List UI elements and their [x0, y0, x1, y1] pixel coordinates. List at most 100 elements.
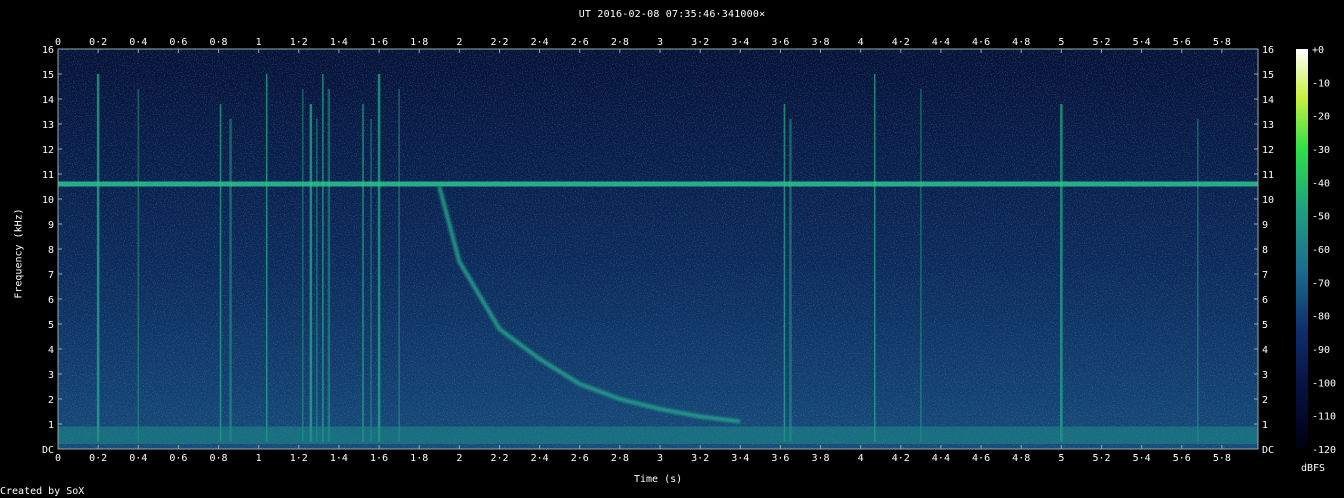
- colorbar-tick-label: -60: [1312, 245, 1330, 256]
- x-tick-label: 2·4: [531, 37, 549, 48]
- x-tick-label: 0·8: [210, 37, 228, 48]
- y-tick-label: 7: [48, 270, 54, 281]
- x-tick-label: 1: [256, 37, 262, 48]
- x-tick-label: 4·6: [972, 37, 990, 48]
- plot-area: [58, 49, 1258, 449]
- x-tick-label: 2·2: [490, 453, 508, 464]
- y-tick-label: 8: [48, 245, 54, 256]
- x-tick-label: 5: [1058, 453, 1064, 464]
- y-axis-label: Frequency (kHz): [13, 208, 25, 299]
- y-tick-label: 16: [42, 45, 54, 56]
- x-tick-label: 0·4: [129, 453, 147, 464]
- colorbar-tick-label: -40: [1312, 178, 1330, 189]
- y-tick-label: 12: [42, 145, 54, 156]
- x-tick-label: 3: [657, 453, 663, 464]
- x-tick-label: 5·2: [1092, 37, 1110, 48]
- x-tick-label: 2·6: [571, 453, 589, 464]
- x-tick-label: 3·4: [731, 453, 749, 464]
- colorbar-tick-label: -20: [1312, 112, 1330, 123]
- x-tick-label: 4·6: [972, 453, 990, 464]
- y-tick-label: 6: [1262, 295, 1268, 306]
- x-tick-label: 3·2: [691, 37, 709, 48]
- y-tick-label: 13: [42, 120, 54, 131]
- colorbar-tick-label: -30: [1312, 145, 1330, 156]
- plot-noise: [58, 49, 1258, 449]
- x-tick-label: 2·6: [571, 37, 589, 48]
- x-tick-label: 0·8: [210, 453, 228, 464]
- y-tick-label: 5: [1262, 320, 1268, 331]
- x-tick-label: 2: [456, 453, 462, 464]
- x-tick-label: 5·4: [1133, 453, 1151, 464]
- x-tick-label: 4·2: [892, 37, 910, 48]
- colorbar-tick-label: -100: [1312, 378, 1336, 389]
- x-tick-label: 1·4: [330, 37, 348, 48]
- x-tick-label: 3·8: [812, 453, 830, 464]
- y-tick-label: 2: [48, 395, 54, 406]
- y-tick-label: 4: [48, 345, 54, 356]
- y-tick-label: 16: [1262, 45, 1274, 56]
- y-tick-label: 12: [1262, 145, 1274, 156]
- x-tick-label: 2·2: [490, 37, 508, 48]
- y-tick-label: DC: [42, 445, 54, 456]
- x-tick-label: 0·6: [169, 37, 187, 48]
- x-tick-label: 1·6: [370, 453, 388, 464]
- x-tick-label: 4: [858, 37, 864, 48]
- x-tick-label: 5·4: [1133, 37, 1151, 48]
- colorbar-tick-label: -80: [1312, 312, 1330, 323]
- colorbar: [1296, 49, 1308, 449]
- x-tick-label: 4·8: [1012, 453, 1030, 464]
- x-tick-label: 3: [657, 37, 663, 48]
- x-tick-label: 4·4: [932, 453, 950, 464]
- x-tick-label: 5: [1058, 37, 1064, 48]
- x-axis-label: Time (s): [634, 474, 683, 485]
- colorbar-ticks: +0 -10 -20 -30 -40 -50 -60 -70 -80 -90 -100 -110 -12…: [1312, 45, 1336, 456]
- x-tick-label: 0: [55, 453, 61, 464]
- x-tick-label: 3·8: [812, 37, 830, 48]
- y-tick-label: 14: [1262, 95, 1274, 106]
- y-tick-label: 9: [1262, 220, 1268, 231]
- credit-text: Created by SoX: [0, 486, 85, 497]
- colorbar-tick-label: -70: [1312, 278, 1330, 289]
- x-tick-label: 0·6: [169, 453, 187, 464]
- y-tick-label: 13: [1262, 120, 1274, 131]
- y-tick-label: 1: [1262, 420, 1268, 431]
- x-tick-label: 1·8: [410, 453, 428, 464]
- y-tick-label: 1: [48, 420, 54, 431]
- y-tick-label: 11: [1262, 170, 1274, 181]
- x-tick-label: 5·2: [1092, 453, 1110, 464]
- y-tick-label: 8: [1262, 245, 1268, 256]
- x-tick-label: 2: [456, 37, 462, 48]
- colorbar-label: dBFS: [1301, 463, 1326, 474]
- y-tick-label: 10: [1262, 195, 1274, 206]
- x-tick-label: 0: [55, 37, 61, 48]
- x-tick-label: 4·2: [892, 453, 910, 464]
- x-tick-label: 2·8: [611, 37, 629, 48]
- y-tick-label: DC: [1262, 445, 1274, 456]
- x-tick-label: 4: [858, 453, 864, 464]
- y-tick-label: 3: [1262, 370, 1268, 381]
- x-tick-label: 0·2: [89, 453, 107, 464]
- low-band-rect: [58, 426, 1258, 444]
- x-tick-label: 1·2: [290, 37, 308, 48]
- colorbar-tick-label: -110: [1312, 412, 1336, 423]
- y-tick-label: 11: [42, 170, 54, 181]
- x-tick-label: 0·2: [89, 37, 107, 48]
- x-tick-label: 1: [256, 453, 262, 464]
- x-tick-label: 2·4: [531, 453, 549, 464]
- y-tick-label: 7: [1262, 270, 1268, 281]
- x-tick-label: 5·6: [1173, 37, 1191, 48]
- x-tick-label: 5·8: [1213, 37, 1231, 48]
- x-tick-label: 2·8: [611, 453, 629, 464]
- colorbar-tick-label: -90: [1312, 345, 1330, 356]
- y-tick-label: 6: [48, 295, 54, 306]
- colorbar-tick-label: -120: [1312, 445, 1336, 456]
- y-tick-label: 2: [1262, 395, 1268, 406]
- spectrogram-chart: 0 0·2 0·4 0·6 0·8 1 1·2 1·4 1·6 1·8 2 2·2 2·4 2·6 2·8 3…: [42, 37, 1336, 464]
- x-tick-label: 0·4: [129, 37, 147, 48]
- x-tick-label: 3·6: [771, 453, 789, 464]
- x-tick-label: 1·2: [290, 453, 308, 464]
- x-tick-label: 1·6: [370, 37, 388, 48]
- x-tick-label: 3·6: [771, 37, 789, 48]
- colorbar-tick-label: -50: [1312, 212, 1330, 223]
- x-tick-label: 1·4: [330, 453, 348, 464]
